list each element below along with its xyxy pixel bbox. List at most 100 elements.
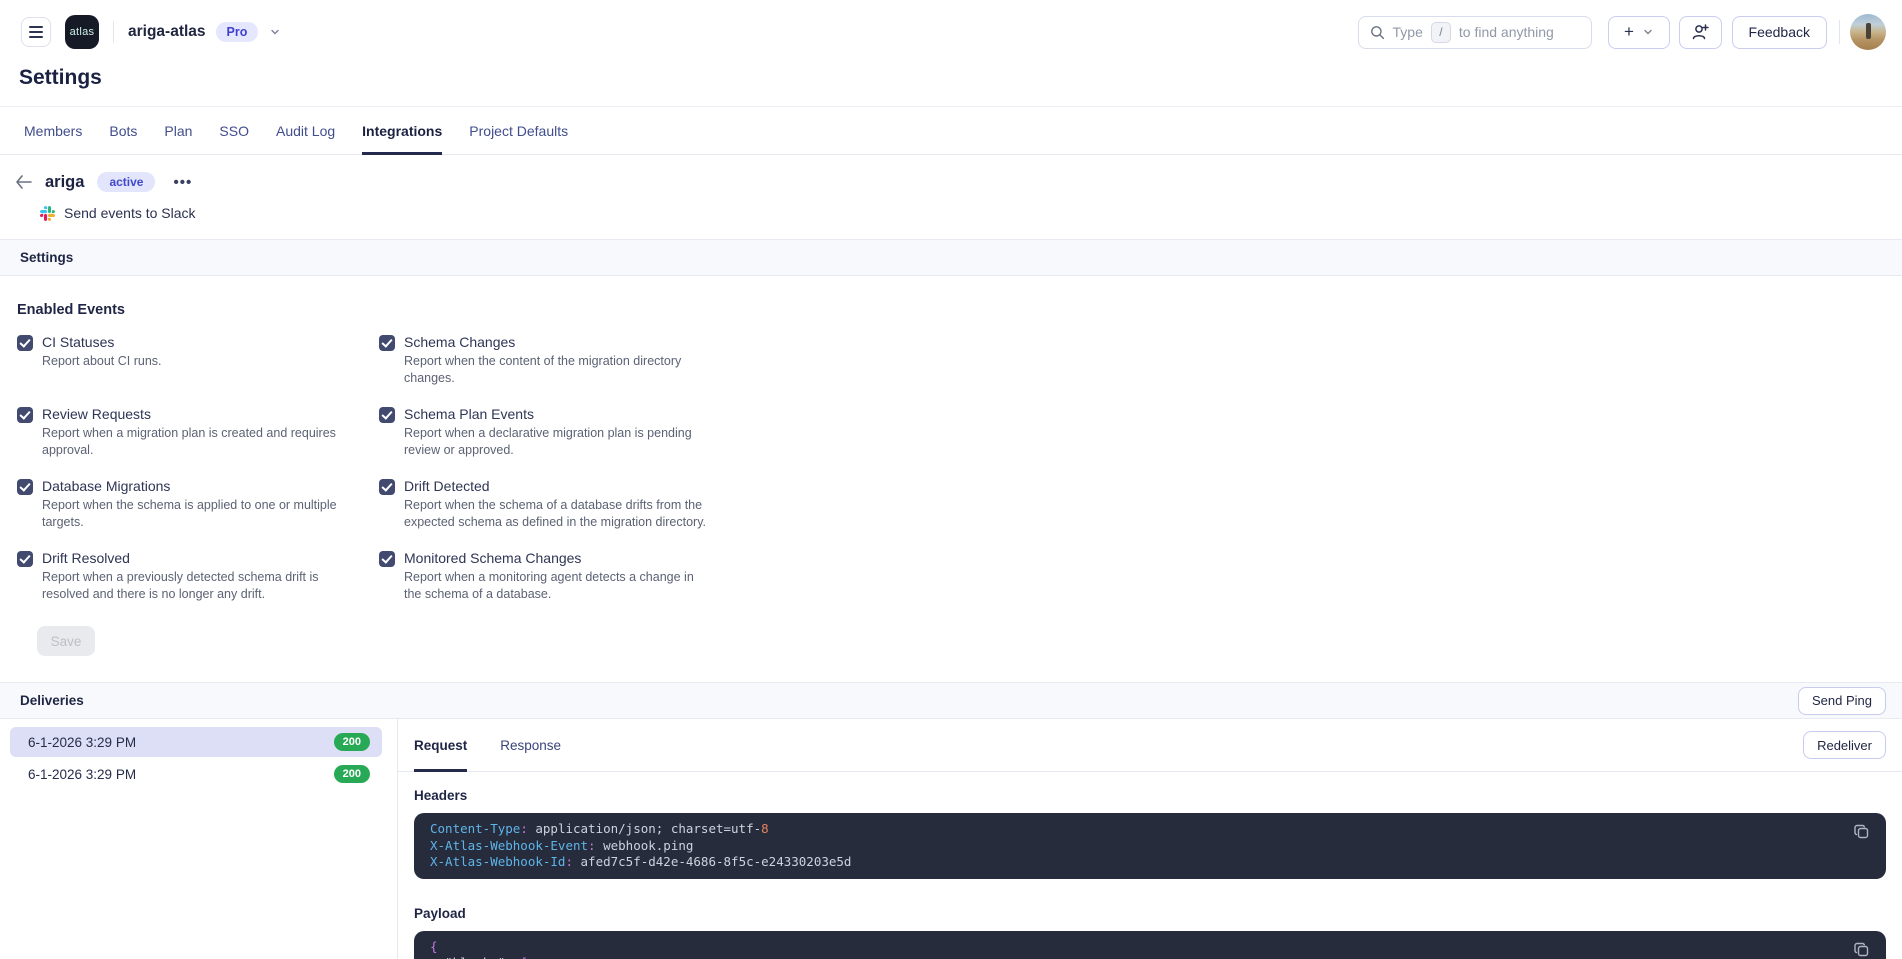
create-chevron-down-icon (1643, 27, 1653, 37)
hamburger-menu-button[interactable] (21, 17, 51, 47)
app-header: atlas ariga-atlas Pro Type / to find any… (0, 0, 1902, 64)
event-description: Report when a migration plan is created … (42, 425, 347, 458)
event-drift-detected: Drift Detected Report when the schema of … (379, 477, 709, 530)
event-description: Report when a declarative migration plan… (404, 425, 709, 458)
header-divider (1839, 20, 1840, 44)
request-content: Headers Content-Type: application/json; … (398, 772, 1902, 959)
tab-plan[interactable]: Plan (164, 107, 192, 154)
code-line: "blocks": [ (430, 955, 1838, 959)
slack-icon (40, 206, 55, 221)
event-name: Monitored Schema Changes (404, 549, 709, 567)
event-description: Report when the content of the migration… (404, 353, 709, 386)
kebab-menu-button[interactable]: ••• (169, 173, 196, 192)
slash-key-hint: / (1431, 22, 1451, 43)
plus-icon: + (1624, 23, 1634, 40)
checkbox-monitored-schema-changes[interactable] (379, 551, 395, 567)
delivery-row[interactable]: 6-1-2026 3:29 PM200 (10, 759, 382, 789)
payload-code-block: { "blocks": [ { "text": { "text": "Ping"… (414, 931, 1886, 959)
event-name: Review Requests (42, 405, 347, 423)
deliveries-list: 6-1-2026 3:29 PM2006-1-2026 3:29 PM200 (0, 719, 398, 959)
detail-tab-response[interactable]: Response (500, 719, 561, 771)
copy-icon[interactable] (1852, 940, 1872, 959)
copy-icon[interactable] (1852, 822, 1872, 842)
delivery-timestamp: 6-1-2026 3:29 PM (28, 735, 334, 750)
tab-audit-log[interactable]: Audit Log (276, 107, 335, 154)
status-code-badge: 200 (334, 765, 370, 783)
project-chevron-down-icon[interactable] (270, 27, 280, 37)
checkbox-ci-statuses[interactable] (17, 335, 33, 351)
tab-integrations[interactable]: Integrations (362, 107, 442, 154)
event-review-requests: Review Requests Report when a migration p… (17, 405, 379, 458)
event-name: Schema Changes (404, 333, 709, 351)
send-ping-button[interactable]: Send Ping (1798, 687, 1886, 715)
delivery-detail-tabs: Request Response Redeliver (398, 719, 1902, 772)
headers-heading: Headers (414, 788, 1886, 803)
checkbox-schema-plan-events[interactable] (379, 407, 395, 423)
delivery-detail-pane: Request Response Redeliver Headers Conten… (398, 719, 1902, 959)
tab-sso[interactable]: SSO (219, 107, 249, 154)
checkbox-schema-changes[interactable] (379, 335, 395, 351)
event-description: Report when a monitoring agent detects a… (404, 569, 709, 602)
tab-members[interactable]: Members (24, 107, 82, 154)
redeliver-button[interactable]: Redeliver (1803, 731, 1886, 759)
event-description: Report when the schema is applied to one… (42, 497, 347, 530)
event-name: Database Migrations (42, 477, 347, 495)
search-placeholder-prefix: Type (1393, 24, 1423, 40)
header-divider (113, 21, 114, 43)
page-title: Settings (19, 66, 1902, 90)
event-schema-changes: Schema Changes Report when the content of… (379, 333, 709, 386)
atlas-logo[interactable]: atlas (65, 15, 99, 49)
integration-name: ariga (45, 173, 84, 192)
user-add-icon (1691, 23, 1709, 41)
event-name: Drift Resolved (42, 549, 347, 567)
event-name: Drift Detected (404, 477, 709, 495)
settings-section-bar: Settings (0, 239, 1902, 276)
settings-tabs: Members Bots Plan SSO Audit Log Integrations P… (0, 107, 1902, 155)
delivery-row[interactable]: 6-1-2026 3:29 PM200 (10, 727, 382, 757)
event-name: CI Statuses (42, 333, 162, 351)
code-line: { (430, 939, 1838, 956)
tab-project-defaults[interactable]: Project Defaults (469, 107, 568, 154)
enabled-events-section: Enabled Events CI StatusesReport about C… (0, 276, 1902, 656)
search-input[interactable]: Type / to find anything (1358, 16, 1592, 49)
create-new-button[interactable]: + (1608, 16, 1670, 49)
deliveries-section-title: Deliveries (20, 693, 84, 708)
event-drift-resolved: Drift Resolved Report when a previously d… (17, 549, 379, 602)
user-avatar[interactable] (1850, 14, 1886, 50)
page-title-row: Settings (0, 64, 1902, 107)
event-monitored-schema-changes: Monitored Schema Changes Report when a mo… (379, 549, 709, 602)
event-description: Report when a previously detected schema… (42, 569, 347, 602)
event-description: Report when the schema of a database dri… (404, 497, 709, 530)
tab-bots[interactable]: Bots (109, 107, 137, 154)
headers-code-block: Content-Type: application/json; charset=… (414, 813, 1886, 879)
atlas-logo-text: atlas (70, 26, 95, 38)
deliveries-body: 6-1-2026 3:29 PM2006-1-2026 3:29 PM200 R… (0, 719, 1902, 959)
settings-section-title: Settings (20, 250, 73, 265)
checkbox-drift-detected[interactable] (379, 479, 395, 495)
code-line: X-Atlas-Webhook-Id: afed7c5f-d42e-4686-8… (430, 854, 1838, 871)
delivery-timestamp: 6-1-2026 3:29 PM (28, 767, 334, 782)
status-badge: active (97, 172, 155, 192)
invite-user-button[interactable] (1679, 16, 1722, 49)
event-description: Report about CI runs. (42, 353, 162, 370)
checkbox-database-migrations[interactable] (17, 479, 33, 495)
checkbox-drift-resolved[interactable] (17, 551, 33, 567)
event-name: Schema Plan Events (404, 405, 709, 423)
code-line: Content-Type: application/json; charset=… (430, 821, 1838, 838)
detail-tab-request[interactable]: Request (414, 719, 467, 771)
enabled-events-grid: CI Statuses Report about CI runs. Schema C… (17, 333, 1902, 602)
status-code-badge: 200 (334, 733, 370, 751)
search-placeholder-suffix: to find anything (1459, 24, 1554, 40)
feedback-button[interactable]: Feedback (1732, 16, 1827, 49)
code-line: X-Atlas-Webhook-Event: webhook.ping (430, 838, 1838, 855)
integration-header: ariga active ••• Send events to Slack (0, 155, 1902, 224)
checkbox-review-requests[interactable] (17, 407, 33, 423)
plan-badge: Pro (216, 22, 259, 42)
back-button[interactable] (13, 172, 33, 192)
event-schema-plan-events: Schema Plan Events Report when a declarat… (379, 405, 709, 458)
event-database-migrations: Database Migrations Report when the schem… (17, 477, 379, 530)
search-icon (1370, 25, 1385, 40)
save-button[interactable]: Save (37, 626, 95, 656)
event-ci-statuses: CI Statuses Report about CI runs. (17, 333, 379, 386)
integration-description: Send events to Slack (64, 205, 196, 221)
